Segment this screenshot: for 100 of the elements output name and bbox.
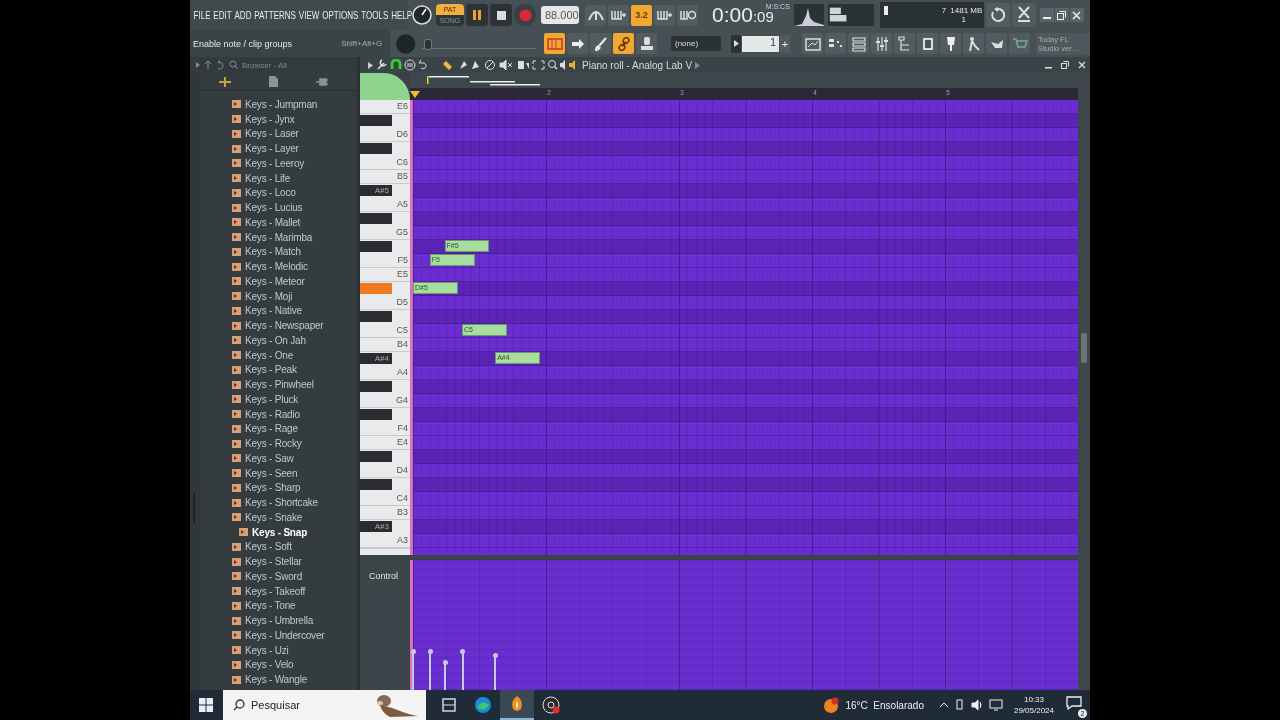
wait-button[interactable] (608, 4, 629, 26)
browser-item[interactable]: Keys - Tone (245, 600, 296, 612)
menu-item[interactable]: EDIT (213, 9, 232, 21)
piano-key[interactable]: D5 (360, 296, 410, 309)
piano-key[interactable]: F4 (360, 422, 410, 435)
overview-strip[interactable] (410, 73, 1078, 88)
browser-item[interactable]: Keys - Layer (245, 143, 299, 155)
menu-item[interactable]: TOOLS (361, 9, 389, 21)
tray-icons-drawing[interactable] (939, 698, 1004, 712)
close-button[interactable] (1069, 8, 1084, 22)
countdown-button[interactable]: 3.2 (631, 4, 652, 26)
velocity-stem[interactable] (459, 651, 465, 690)
title-arrow-icon[interactable] (695, 61, 701, 69)
browser-item[interactable]: Keys - Shortcake (245, 497, 318, 509)
blend-button[interactable] (654, 4, 675, 26)
steps-button[interactable] (825, 33, 846, 54)
piano-key[interactable]: C5 (360, 324, 410, 337)
browser-item[interactable]: Keys - Melodic (245, 261, 308, 273)
cart-button[interactable] (1009, 33, 1030, 54)
piano-key[interactable]: A3 (360, 534, 410, 547)
tool-icons-drawing[interactable] (376, 59, 566, 71)
stop-button[interactable] (490, 4, 512, 26)
browser-item[interactable]: Keys - Marimba (245, 231, 313, 243)
browser-item[interactable]: Keys - Mallet (245, 216, 301, 228)
browser-item[interactable]: Keys - Stellar (245, 556, 302, 568)
browser-button[interactable] (894, 33, 915, 54)
piano-key[interactable]: G5 (360, 226, 410, 239)
fl-app-button[interactable] (500, 690, 534, 720)
start-button[interactable] (199, 698, 213, 712)
link-button[interactable] (613, 33, 634, 54)
browser-item[interactable]: Keys - Snap (252, 526, 308, 538)
menu-item[interactable]: ADD (234, 9, 252, 21)
tempo-display[interactable]: 88.000 (541, 6, 579, 24)
browser-item[interactable]: Keys - Loco (245, 187, 296, 199)
velocity-stem[interactable] (411, 651, 416, 690)
menu-item[interactable]: FILE (193, 9, 211, 21)
browser-item[interactable]: Keys - Sharp (245, 482, 301, 494)
browser-item[interactable]: Keys - Seen (245, 467, 298, 479)
browser-item[interactable]: Keys - Wangle (245, 674, 308, 686)
browser-item[interactable]: Keys - Meteor (245, 275, 305, 287)
browser-item[interactable]: Keys - Peak (245, 364, 297, 376)
minimize-button[interactable] (1039, 8, 1054, 22)
pattern-selector[interactable]: 1 (742, 35, 779, 52)
weather-text[interactable]: 16°C Ensolarado (845, 699, 924, 711)
weather-icon[interactable] (823, 697, 840, 713)
menu-item[interactable]: HELP (391, 9, 413, 21)
piano-key[interactable]: A#5 (360, 185, 392, 196)
piano-key[interactable]: G4 (360, 394, 410, 407)
piano-key[interactable]: D4 (360, 464, 410, 477)
restore-button[interactable] (1054, 8, 1069, 22)
slider-thumb[interactable] (423, 39, 432, 50)
browser-item[interactable]: Keys - Moji (245, 290, 293, 302)
browser-item[interactable]: Keys - Uzi (245, 644, 289, 656)
browser-item[interactable]: Keys - Saw (245, 452, 294, 464)
browser-item[interactable]: Keys - Lucius (245, 202, 303, 214)
browser-item[interactable]: Keys - Undercover (245, 629, 325, 641)
piano-key[interactable]: D6 (360, 128, 410, 141)
browser-item[interactable]: Keys - Native (245, 305, 302, 317)
playhead-marker-icon[interactable] (410, 91, 420, 98)
browser-item[interactable]: Keys - Match (245, 246, 301, 258)
undo-button[interactable] (985, 3, 1010, 27)
cut-button[interactable] (1011, 3, 1036, 27)
add-pattern-button[interactable]: + (780, 34, 790, 53)
velocity-stem[interactable] (427, 651, 433, 690)
scrollbar-thumb[interactable] (1081, 333, 1087, 363)
piano-key[interactable]: C4 (360, 492, 410, 505)
piano-key[interactable]: E6 (360, 100, 410, 113)
velocity-stem[interactable] (442, 662, 448, 690)
plugin-button[interactable] (940, 33, 961, 54)
notification-icon[interactable] (1066, 696, 1082, 710)
channels-button[interactable] (848, 33, 869, 54)
playlist-button[interactable] (802, 33, 823, 54)
piano-key[interactable]: E5 (360, 268, 410, 281)
browser-item[interactable]: Keys - Rocky (245, 438, 302, 450)
add-icon[interactable] (219, 76, 231, 87)
control-label[interactable]: Control (369, 571, 398, 581)
browser-item[interactable]: Keys - Takeoff (245, 585, 306, 597)
search-field[interactable]: Pesquisar (223, 690, 426, 720)
browser-item[interactable]: Keys - Rage (245, 423, 298, 435)
browser-item[interactable]: Keys - Soft (245, 541, 292, 553)
piano-key[interactable]: E4 (360, 436, 410, 449)
hand-button[interactable] (986, 33, 1007, 54)
close-button[interactable] (1076, 59, 1088, 71)
piano-key[interactable]: B4 (360, 338, 410, 351)
browser-item[interactable]: Keys - Laser (245, 128, 299, 140)
browser-item[interactable]: Keys - Sword (245, 570, 303, 582)
browser-item[interactable]: Keys - Newspaper (245, 320, 324, 332)
stamp-button[interactable] (636, 33, 657, 54)
browser-item[interactable]: Keys - Umbrella (245, 615, 314, 627)
volume-knob[interactable] (411, 4, 433, 26)
browser-item[interactable]: Keys - Life (245, 172, 291, 184)
piano-key[interactable]: A#4 (360, 353, 392, 364)
piano-key[interactable]: B3 (360, 506, 410, 519)
person-button[interactable] (963, 33, 984, 54)
mixer-button[interactable] (871, 33, 892, 54)
piano-key[interactable]: B5 (360, 170, 410, 183)
browser-item[interactable]: Keys - Snake (245, 511, 303, 523)
piano-key[interactable]: A#3 (360, 521, 392, 532)
piano-key[interactable]: F5 (360, 254, 410, 267)
browser-item[interactable]: Keys - Pinwheel (245, 379, 314, 391)
